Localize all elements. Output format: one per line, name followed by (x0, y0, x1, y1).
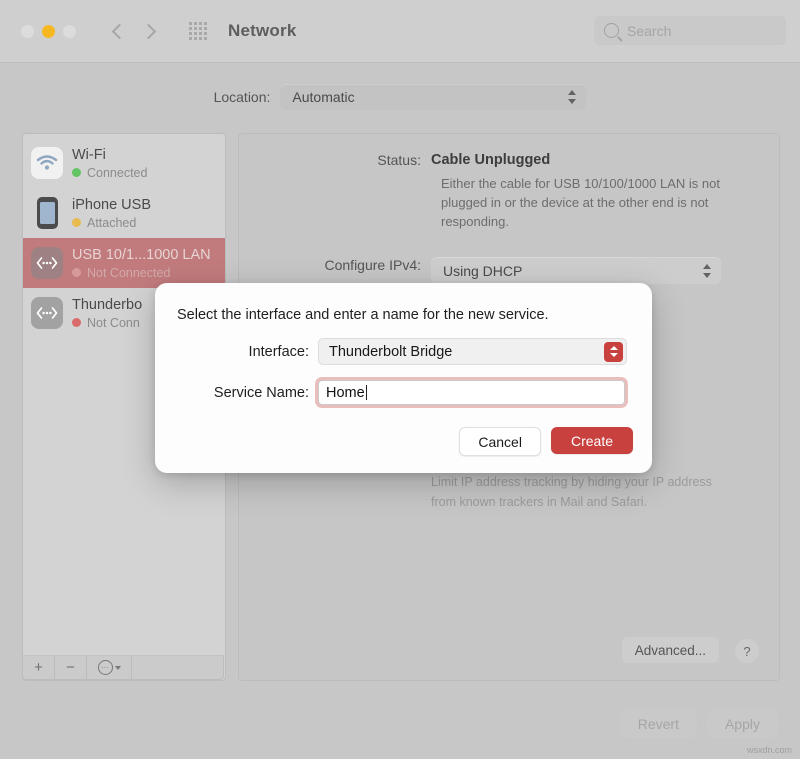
status-badge: Not Connected (72, 266, 211, 280)
chevron-updown-icon (703, 263, 712, 279)
ipv4-label: Configure IPv4: (239, 257, 431, 284)
location-label: Location: (214, 89, 271, 105)
ipv4-selected-value: Using DHCP (431, 263, 522, 279)
new-service-dialog: Select the interface and enter a name fo… (155, 283, 652, 473)
location-selected-value: Automatic (280, 89, 354, 105)
sidebar-item-label: Wi-Fi (72, 147, 147, 164)
back-icon[interactable] (112, 25, 124, 37)
minimize-button[interactable] (42, 25, 55, 38)
search-placeholder: Search (627, 23, 671, 39)
revert-button[interactable]: Revert (620, 709, 697, 738)
dialog-actions: Cancel Create (459, 427, 633, 456)
status-badge: Connected (72, 166, 147, 180)
sidebar-item-label: USB 10/1...1000 LAN (72, 247, 211, 264)
action-menu-button[interactable]: ··· (87, 656, 132, 679)
iphone-icon (31, 197, 63, 229)
show-all-grid-icon[interactable] (188, 21, 208, 41)
sidebar-item-iphone-usb[interactable]: iPhone USB Attached (23, 188, 225, 238)
add-service-button[interactable]: + (23, 656, 55, 679)
ipv4-dropdown[interactable]: Using DHCP (431, 257, 721, 284)
cancel-button[interactable]: Cancel (459, 427, 541, 456)
ellipsis-circle-icon: ··· (98, 660, 113, 675)
status-row: Status: Cable Unplugged (239, 152, 779, 168)
location-row: Location: Automatic (0, 62, 800, 132)
status-label: Status: (239, 152, 431, 168)
window-titlebar: Network Search (0, 0, 800, 63)
create-button[interactable]: Create (551, 427, 633, 454)
interface-dropdown[interactable]: Thunderbolt Bridge (318, 338, 627, 365)
advanced-button[interactable]: Advanced... (622, 637, 719, 663)
help-button[interactable]: ? (735, 639, 759, 663)
service-name-row: Service Name: Home (155, 380, 652, 405)
interface-selected-value: Thunderbolt Bridge (319, 344, 452, 360)
ethernet-icon (31, 247, 63, 279)
forward-icon[interactable] (144, 25, 156, 37)
interface-row: Interface: Thunderbolt Bridge (155, 338, 652, 365)
watermark: wsxdn.com (747, 745, 792, 755)
dialog-title: Select the interface and enter a name fo… (177, 307, 652, 323)
service-name-input[interactable]: Home (318, 380, 625, 405)
interface-label: Interface: (155, 344, 318, 360)
status-dot-icon (72, 268, 81, 277)
ipv4-row: Configure IPv4: Using DHCP (239, 257, 779, 284)
service-name-value: Home (319, 385, 365, 401)
chevron-updown-icon (604, 342, 623, 362)
page-title: Network (228, 21, 296, 41)
sidebar-item-label: Thunderbo (72, 297, 142, 314)
privacy-description: Limit IP address tracking by hiding your… (431, 472, 731, 512)
wifi-icon (31, 147, 63, 179)
status-badge: Attached (72, 216, 151, 230)
status-dot-icon (72, 318, 81, 327)
status-value: Cable Unplugged (431, 152, 550, 168)
chevron-updown-icon (568, 89, 577, 105)
search-field[interactable]: Search (594, 16, 786, 45)
status-dot-icon (72, 218, 81, 227)
location-dropdown[interactable]: Automatic (280, 84, 586, 110)
status-dot-icon (72, 168, 81, 177)
navigation-arrows (112, 25, 156, 37)
sidebar-item-usb-lan[interactable]: USB 10/1...1000 LAN Not Connected (23, 238, 225, 288)
zoom-button[interactable] (63, 25, 76, 38)
sidebar-toolbar: + − ··· (22, 655, 224, 680)
ethernet-icon (31, 297, 63, 329)
service-name-label: Service Name: (155, 385, 318, 401)
sidebar-item-wifi[interactable]: Wi-Fi Connected (23, 138, 225, 188)
search-icon (604, 23, 619, 38)
traffic-lights (21, 25, 76, 38)
status-badge: Not Conn (72, 316, 142, 330)
remove-service-button[interactable]: − (55, 656, 87, 679)
text-cursor (366, 385, 368, 400)
status-description: Either the cable for USB 10/100/1000 LAN… (441, 174, 741, 231)
chevron-down-icon (115, 666, 121, 670)
apply-button[interactable]: Apply (707, 709, 778, 738)
network-preferences-window: Network Search Location: Automatic (0, 0, 800, 759)
close-button[interactable] (21, 25, 34, 38)
sidebar-item-label: iPhone USB (72, 197, 151, 214)
footer-buttons: Revert Apply (620, 709, 778, 738)
